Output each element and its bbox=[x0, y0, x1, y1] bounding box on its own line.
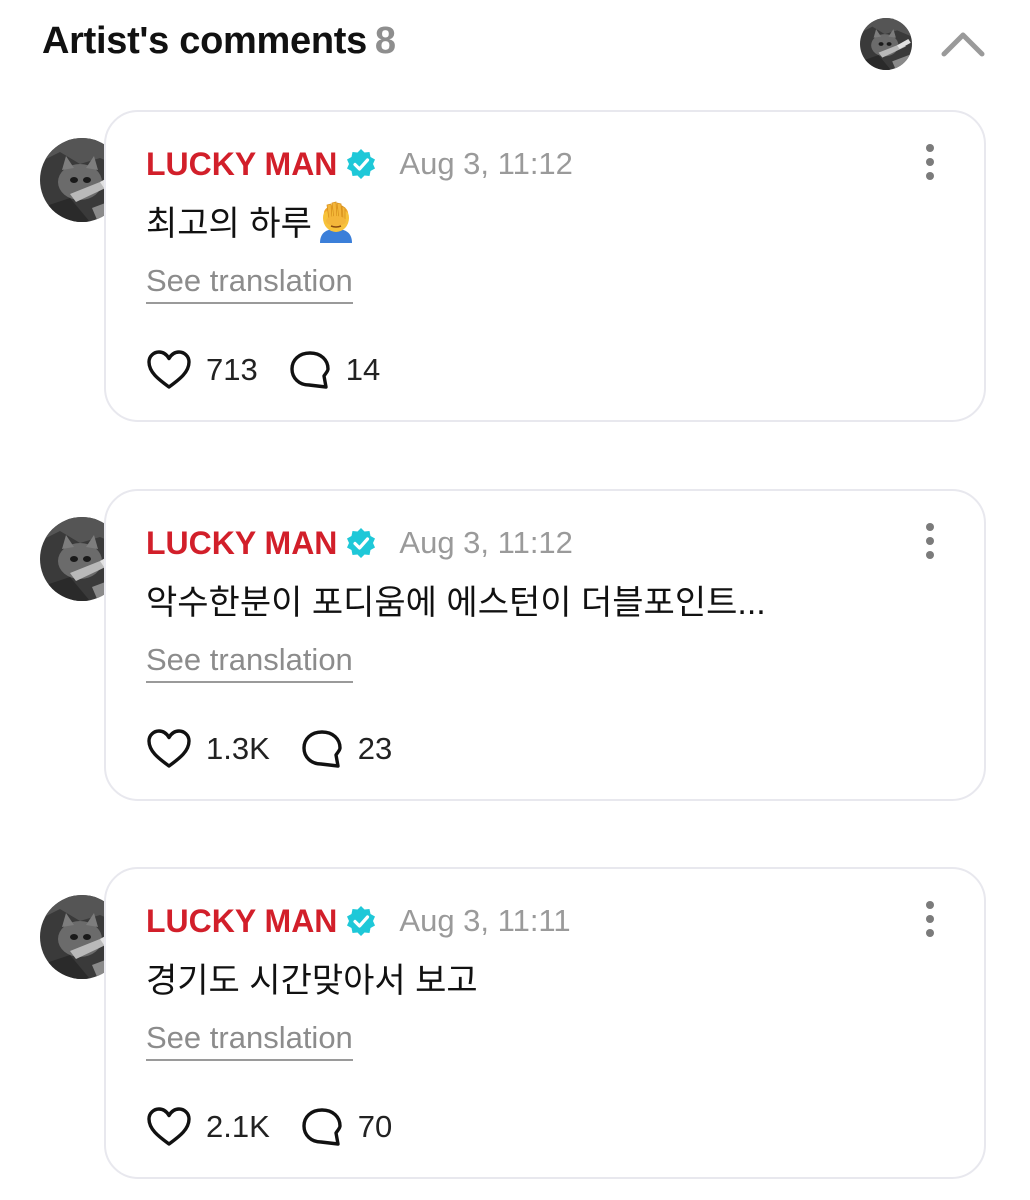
verified-badge-icon bbox=[347, 149, 376, 179]
author-name[interactable]: LUCKY MAN bbox=[146, 525, 337, 562]
heart-icon bbox=[147, 729, 191, 768]
speech-bubble-icon bbox=[302, 730, 342, 768]
face-palm-emoji-icon bbox=[319, 200, 352, 243]
see-translation-link[interactable]: See translation bbox=[146, 262, 353, 304]
author-row: LUCKY MAN Aug 3, 11:12 bbox=[146, 142, 573, 186]
comment-body: 악수한분이 포디움에 에스턴이 더블포인트... bbox=[146, 584, 766, 622]
cat-guitar-avatar-icon bbox=[860, 18, 912, 70]
more-options-button[interactable] bbox=[918, 899, 942, 939]
comment-actions: 1.3K 23 bbox=[146, 727, 392, 771]
author-name[interactable]: LUCKY MAN bbox=[146, 146, 337, 183]
comment-item: LUCKY MAN Aug 3, 11:12 악수한분이 포디움에 에스턴이 더… bbox=[0, 489, 1030, 805]
comment-timestamp: Aug 3, 11:12 bbox=[399, 146, 573, 181]
reply-count: 14 bbox=[345, 352, 381, 387]
author-name[interactable]: LUCKY MAN bbox=[146, 903, 337, 940]
author-row: LUCKY MAN Aug 3, 11:11 bbox=[146, 899, 571, 943]
user-avatar[interactable] bbox=[860, 18, 912, 70]
chevron-up-icon bbox=[941, 32, 985, 57]
like-button[interactable]: 713 bbox=[146, 349, 258, 391]
comment-item: LUCKY MAN Aug 3, 11:12 최고의 하루 See transl… bbox=[0, 110, 1030, 426]
see-translation-link[interactable]: See translation bbox=[146, 641, 353, 683]
more-options-button[interactable] bbox=[918, 521, 942, 561]
reply-count: 23 bbox=[357, 731, 393, 766]
comment-actions: 2.1K 70 bbox=[146, 1105, 392, 1149]
reply-count: 70 bbox=[357, 1109, 393, 1144]
more-dot bbox=[926, 158, 934, 166]
comment-card: LUCKY MAN Aug 3, 11:12 악수한분이 포디움에 에스턴이 더… bbox=[104, 489, 986, 801]
comment-count: 8 bbox=[374, 20, 396, 62]
reply-button[interactable]: 14 bbox=[288, 349, 380, 391]
comment-text: 경기도 시간맞아서 보고 bbox=[146, 953, 478, 1002]
section-title-text: Artist's comments bbox=[42, 20, 367, 62]
like-button[interactable]: 1.3K bbox=[146, 728, 270, 770]
author-row: LUCKY MAN Aug 3, 11:12 bbox=[146, 521, 573, 565]
like-count: 2.1K bbox=[206, 1109, 270, 1144]
see-translation-link[interactable]: See translation bbox=[146, 1019, 353, 1061]
more-dot bbox=[926, 901, 934, 909]
like-count: 1.3K bbox=[206, 731, 270, 766]
verified-badge-icon bbox=[347, 528, 376, 558]
like-count: 713 bbox=[206, 352, 258, 387]
more-dot bbox=[926, 172, 934, 180]
comment-body: 경기도 시간맞아서 보고 bbox=[146, 962, 478, 1000]
comment-timestamp: Aug 3, 11:11 bbox=[399, 903, 571, 938]
comments-header: Artist's comments 8 bbox=[0, 0, 1030, 92]
more-dot bbox=[926, 144, 934, 152]
heart-icon bbox=[147, 1107, 191, 1146]
more-dot bbox=[926, 929, 934, 937]
more-dot bbox=[926, 537, 934, 545]
comment-body: 최고의 하루 bbox=[146, 205, 312, 243]
section-title: Artist's comments 8 bbox=[42, 20, 396, 63]
comment-card: LUCKY MAN Aug 3, 11:11 경기도 시간맞아서 보고 See … bbox=[104, 867, 986, 1179]
comment-text: 악수한분이 포디움에 에스턴이 더블포인트... bbox=[146, 575, 766, 624]
heart-icon bbox=[147, 350, 191, 389]
comment-text: 최고의 하루 bbox=[146, 196, 356, 245]
comment-item: LUCKY MAN Aug 3, 11:11 경기도 시간맞아서 보고 See … bbox=[0, 867, 1030, 1183]
collapse-button[interactable] bbox=[940, 24, 986, 64]
comment-actions: 713 14 bbox=[146, 348, 380, 392]
comment-timestamp: Aug 3, 11:12 bbox=[399, 525, 573, 560]
more-options-button[interactable] bbox=[918, 142, 942, 182]
verified-badge-icon bbox=[347, 906, 376, 936]
more-dot bbox=[926, 551, 934, 559]
reply-button[interactable]: 70 bbox=[300, 1106, 392, 1148]
artist-comments-panel: Artist's comments 8 LUCKY MAN Aug 3, 11:… bbox=[0, 0, 1030, 1200]
like-button[interactable]: 2.1K bbox=[146, 1106, 270, 1148]
more-dot bbox=[926, 915, 934, 923]
reply-button[interactable]: 23 bbox=[300, 728, 392, 770]
speech-bubble-icon bbox=[302, 1108, 342, 1146]
more-dot bbox=[926, 523, 934, 531]
speech-bubble-icon bbox=[290, 351, 330, 389]
comment-card: LUCKY MAN Aug 3, 11:12 최고의 하루 See transl… bbox=[104, 110, 986, 422]
